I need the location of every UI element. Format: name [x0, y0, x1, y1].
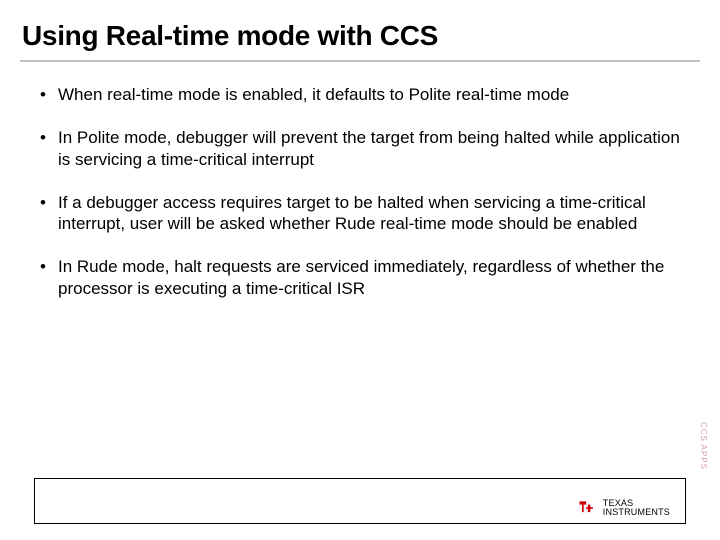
slide-title: Using Real-time mode with CCS — [0, 0, 720, 52]
side-label: CCS APPS — [699, 422, 708, 470]
slide-body: When real-time mode is enabled, it defau… — [0, 62, 720, 299]
bullet-item: In Polite mode, debugger will prevent th… — [40, 127, 680, 170]
bullet-item: When real-time mode is enabled, it defau… — [40, 84, 680, 105]
brand-line-2: INSTRUMENTS — [603, 508, 670, 517]
brand-logo: TEXAS INSTRUMENTS — [577, 498, 670, 518]
brand-text: TEXAS INSTRUMENTS — [603, 499, 670, 518]
bullet-list: When real-time mode is enabled, it defau… — [40, 84, 680, 299]
slide: Using Real-time mode with CCS When real-… — [0, 0, 720, 540]
bullet-item: If a debugger access requires target to … — [40, 192, 680, 235]
bullet-item: In Rude mode, halt requests are serviced… — [40, 256, 680, 299]
ti-logo-icon — [577, 498, 597, 518]
